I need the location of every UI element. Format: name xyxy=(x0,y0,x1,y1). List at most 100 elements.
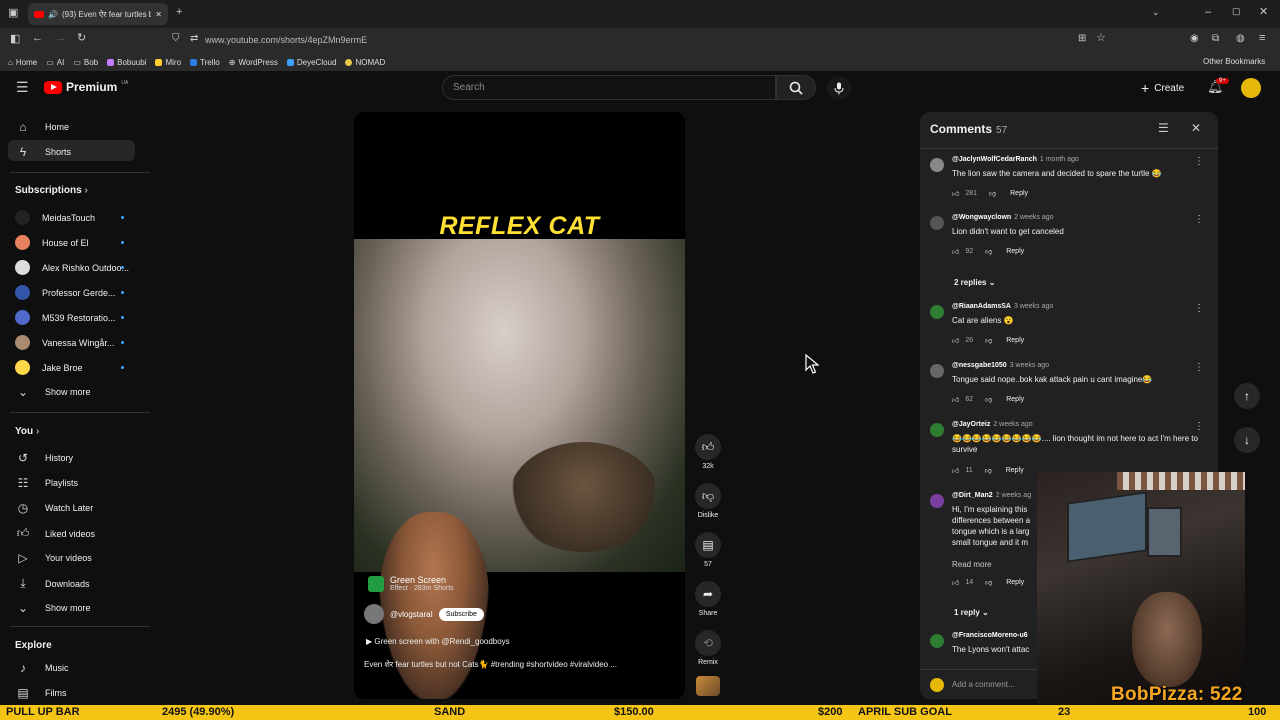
sidebar-subscription-item[interactable]: Jake Broe xyxy=(15,360,83,375)
more-options-icon[interactable]: ⋮ xyxy=(1194,214,1204,225)
view-replies-button[interactable]: 1 reply ⌄ xyxy=(954,608,989,617)
commenter-avatar[interactable] xyxy=(930,216,944,230)
add-comment-input[interactable]: Add a comment... xyxy=(952,680,1015,689)
thumbs-up-icon[interactable]: 👍︎ xyxy=(952,336,959,345)
browser-tab[interactable]: 🔊 (93) Even ऐर fear turtles bu ✕ xyxy=(28,3,168,25)
thumbs-down-icon[interactable]: 👎︎ xyxy=(985,336,992,345)
thumbs-down-icon[interactable]: 👎︎ xyxy=(985,247,992,256)
subscribe-button[interactable]: Subscribe xyxy=(438,607,484,621)
comment-author[interactable]: @nessgabe1050 3 weeks ago xyxy=(952,362,1049,369)
url-field[interactable]: www.youtube.com/shorts/4epZMn9ermE xyxy=(205,35,367,45)
other-bookmarks[interactable]: Other Bookmarks xyxy=(1203,57,1265,66)
new-tab-icon[interactable]: + xyxy=(176,7,182,18)
comment-author[interactable]: @RiaanAdamsSA 3 weeks ago xyxy=(952,303,1053,310)
bookmark-star-icon[interactable]: ☆ xyxy=(1096,33,1106,44)
dislike-button[interactable]: 👎︎ Dislike xyxy=(695,483,721,519)
reply-button[interactable]: Reply xyxy=(1006,248,1024,255)
like-button[interactable]: 👍︎ 32k xyxy=(695,434,721,470)
forward-icon[interactable]: → xyxy=(55,33,66,44)
profile-icon[interactable]: ◍ xyxy=(1236,34,1245,44)
you-heading[interactable]: You › xyxy=(15,426,39,437)
sidebar-subscription-item[interactable]: M539 Restoratio... xyxy=(15,310,116,325)
voice-search-button[interactable] xyxy=(827,76,851,100)
sidebar-subscription-item[interactable]: Vanessa Wingår... xyxy=(15,335,114,350)
browser-menu-icon[interactable]: ≡ xyxy=(1259,33,1265,44)
comment-author[interactable]: @JaclynWolfCedarRanch 1 month ago xyxy=(952,156,1079,163)
sidebar-item-films[interactable]: ▤ Films xyxy=(15,686,66,700)
security-shield-icon[interactable]: ⛉ xyxy=(172,34,180,44)
commenter-avatar[interactable] xyxy=(930,364,944,378)
tab-actions-icon[interactable]: ▣ xyxy=(8,8,18,19)
video-description[interactable]: Even शेर fear turtles but not Cats🐈 #tre… xyxy=(364,659,617,670)
reply-button[interactable]: Reply xyxy=(1006,337,1024,344)
bookmark-wordpress[interactable]: ⊕ WordPress xyxy=(229,58,278,67)
thumbs-up-icon[interactable]: 👍︎ xyxy=(952,189,959,198)
commenter-avatar[interactable] xyxy=(930,634,944,648)
bookmark-trello[interactable]: Trello xyxy=(190,58,220,67)
sidebar-item-downloads[interactable]: ⤓ Downloads xyxy=(15,576,89,591)
more-options-icon[interactable]: ⋮ xyxy=(1194,303,1204,314)
shorts-video-player[interactable]: REFLEX CAT Green Screen Effect · 283m Sh… xyxy=(354,112,685,699)
sidebar-item-home[interactable]: ⌂ Home xyxy=(15,120,69,134)
green-screen-effect-chip[interactable]: Green Screen Effect · 283m Shorts xyxy=(368,575,454,592)
next-short-button[interactable]: ↓ xyxy=(1234,427,1260,453)
thumbs-up-icon[interactable]: 👍︎ xyxy=(952,466,959,475)
bookmark-ai[interactable]: ▭ AI xyxy=(46,58,64,67)
show-more-you[interactable]: ⌄ Show more xyxy=(15,601,91,615)
reply-button[interactable]: Reply xyxy=(1006,396,1024,403)
commenter-avatar[interactable] xyxy=(930,423,944,437)
bookmark-nomad[interactable]: NOMAD xyxy=(345,58,385,67)
account-avatar[interactable] xyxy=(1241,78,1261,98)
sidebar-item-liked-videos[interactable]: 👍︎ Liked videos xyxy=(15,526,95,541)
previous-short-button[interactable]: ↑ xyxy=(1234,383,1260,409)
show-more-subscriptions[interactable]: ⌄ Show more xyxy=(15,385,91,399)
thumbs-up-icon[interactable]: 👍︎ xyxy=(952,247,959,256)
sound-thumbnail[interactable] xyxy=(696,676,720,696)
commenter-avatar[interactable] xyxy=(930,158,944,172)
tab-close-icon[interactable]: ✕ xyxy=(155,10,162,19)
bookmark-miro[interactable]: Miro xyxy=(155,58,181,67)
reply-button[interactable]: Reply xyxy=(1006,467,1024,474)
close-comments-icon[interactable]: ✕ xyxy=(1191,122,1201,134)
window-close-icon[interactable]: ✕ xyxy=(1259,7,1268,18)
thumbs-down-icon[interactable]: 👎︎ xyxy=(985,578,992,587)
read-more-link[interactable]: Read more xyxy=(952,560,992,569)
comment-author[interactable]: @Wongwayclown 2 weeks ago xyxy=(952,214,1054,221)
search-input[interactable]: Search xyxy=(442,75,776,100)
bookmark-bobuubi[interactable]: Bobuubi xyxy=(107,58,146,67)
thumbs-up-icon[interactable]: 👍︎ xyxy=(952,395,959,404)
extension-icon[interactable]: ◉ xyxy=(1190,34,1199,44)
bookmark-home[interactable]: ⌂ Home xyxy=(8,58,37,67)
reload-icon[interactable]: ↻ xyxy=(77,33,86,44)
more-options-icon[interactable]: ⋮ xyxy=(1194,156,1204,167)
sidebar-subscription-item[interactable]: House of El xyxy=(15,235,89,250)
sidebar-subscription-item[interactable]: Alex Rishko Outdoo... xyxy=(15,260,129,275)
back-icon[interactable]: ← xyxy=(32,33,43,44)
sidebar-item-your-videos[interactable]: ▷ Your videos xyxy=(15,551,91,565)
channel-handle[interactable]: @vlogstaraI xyxy=(390,610,433,619)
sidebar-subscription-item[interactable]: Professor Gerde... xyxy=(15,285,116,300)
thumbs-down-icon[interactable]: 👎︎ xyxy=(985,466,992,475)
youtube-logo[interactable]: Premium UA xyxy=(44,80,128,94)
sidebar-item-playlists[interactable]: ☷ Playlists xyxy=(15,476,78,490)
hamburger-menu-icon[interactable]: ☰ xyxy=(16,80,29,94)
thumbs-down-icon[interactable]: 👎︎ xyxy=(985,395,992,404)
sort-comments-icon[interactable]: ☰ xyxy=(1158,122,1169,134)
more-options-icon[interactable]: ⋮ xyxy=(1194,362,1204,373)
channel-avatar[interactable] xyxy=(364,604,384,624)
sidebar-item-music[interactable]: ♪ Music xyxy=(15,661,69,675)
thumbs-down-icon[interactable]: 👎︎ xyxy=(989,189,996,198)
reply-button[interactable]: Reply xyxy=(1010,190,1028,197)
green-screen-credit[interactable]: ▶ Green screen with @Rendi_goodboys xyxy=(366,637,510,646)
share-button[interactable]: ➦ Share xyxy=(695,581,721,617)
bookmark-deyecloud[interactable]: DeyeCloud xyxy=(286,58,336,67)
search-button[interactable] xyxy=(776,75,816,100)
translate-icon[interactable]: ⊞ xyxy=(1078,34,1086,44)
comment-author[interactable]: @Dirt_Man2 2 weeks ag xyxy=(952,492,1031,499)
minimize-icon[interactable]: – xyxy=(1205,7,1211,18)
comment-author[interactable]: @JayOrteiz 2 weeks ago xyxy=(952,421,1033,428)
create-button[interactable]: + Create xyxy=(1141,80,1184,96)
remix-button[interactable]: ⟲ Remix xyxy=(695,630,721,666)
view-replies-button[interactable]: 2 replies ⌄ xyxy=(954,278,995,287)
sidebar-item-shorts[interactable]: ϟ Shorts xyxy=(15,145,71,159)
